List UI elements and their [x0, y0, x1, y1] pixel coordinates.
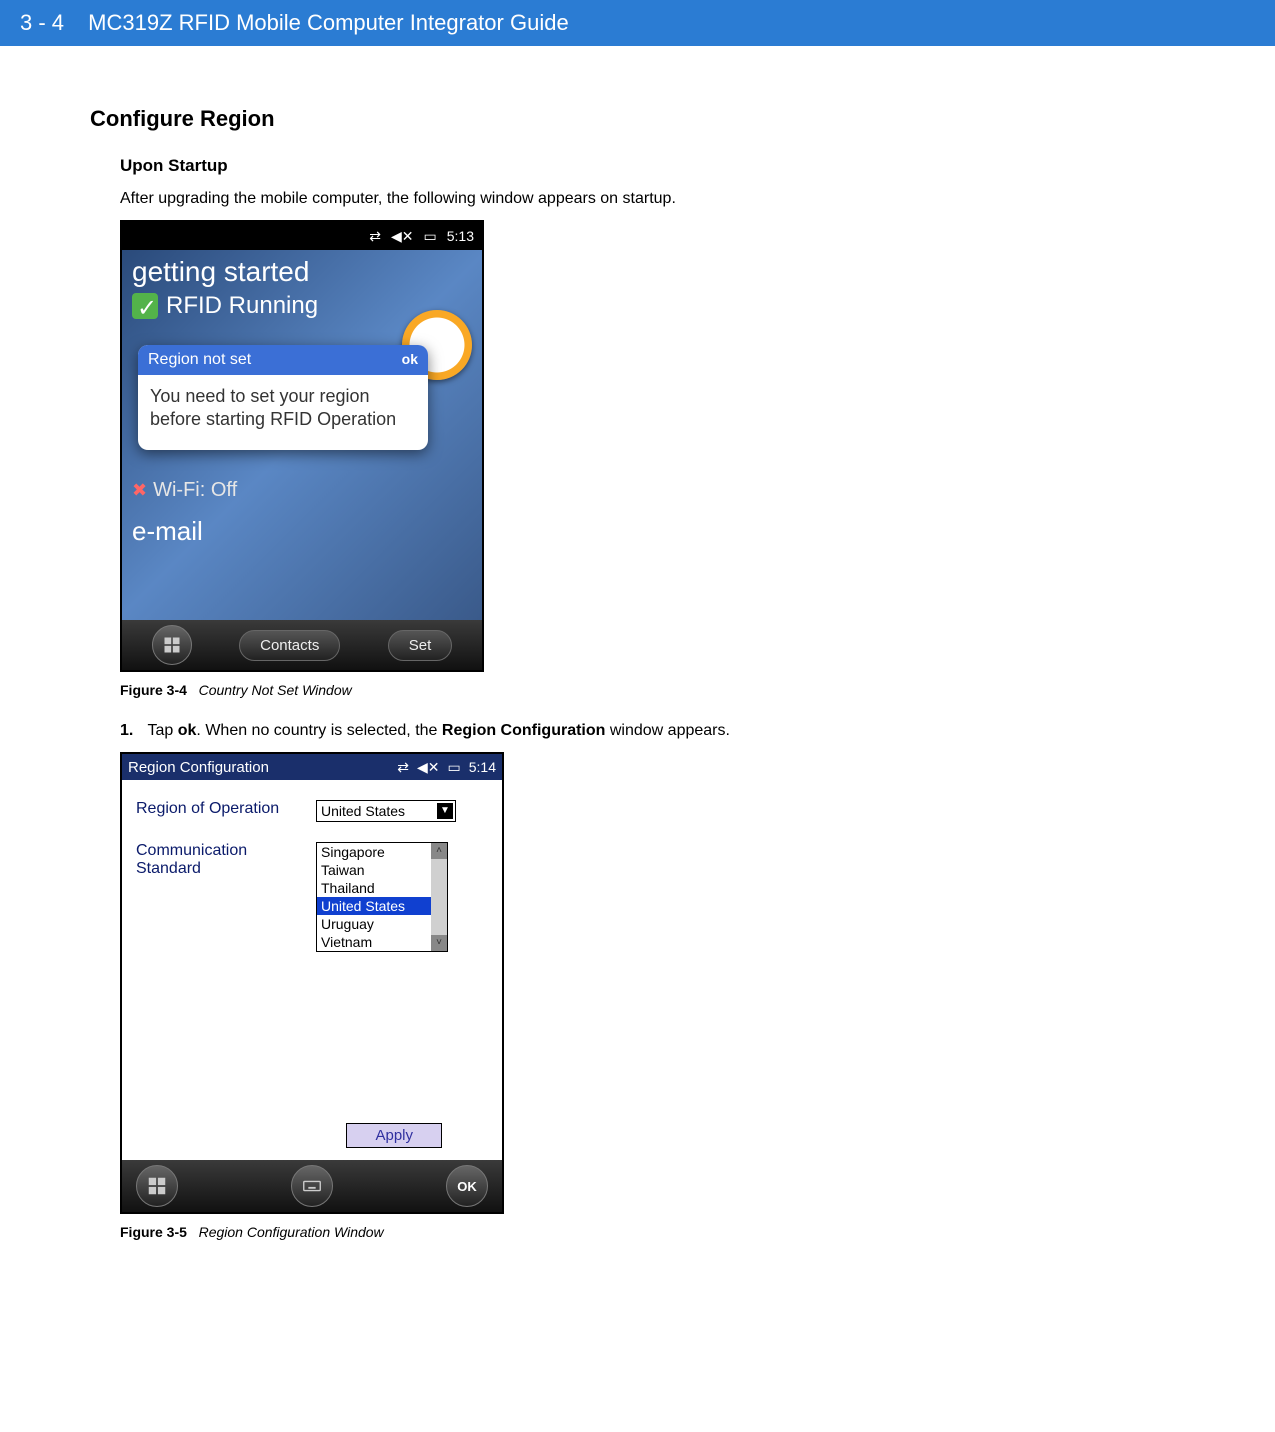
region-not-set-dialog: Region not set ok You need to set your r…: [138, 345, 428, 450]
bottom-bar: OK: [122, 1160, 502, 1212]
region-select-value: United States: [321, 803, 405, 819]
dialog-body: You need to set your region before start…: [138, 375, 428, 450]
status-time: 5:14: [469, 759, 496, 775]
bottom-bar: Contacts Set: [122, 620, 482, 670]
windows-icon: [162, 635, 182, 655]
list-item[interactable]: Singapore: [317, 843, 447, 861]
page-number: 3 - 4: [20, 10, 64, 35]
volume-icon: ◀✕: [391, 228, 414, 245]
list-item[interactable]: Taiwan: [317, 861, 447, 879]
screenshot-country-not-set: ⇄ ◀✕ ▭ 5:13 getting started RFID Running…: [120, 220, 484, 672]
figure-caption-text: Country Not Set Window: [199, 682, 352, 698]
status-time: 5:13: [447, 228, 474, 244]
figure-label: Figure 3-5: [120, 1224, 187, 1240]
figure-3-5: Region Configuration ⇄ ◀✕ ▭ 5:14 Region …: [90, 752, 1185, 1214]
sub-title: Upon Startup: [90, 156, 1185, 176]
scroll-down-icon[interactable]: ˅: [431, 935, 447, 951]
windows-icon: [146, 1175, 168, 1197]
figure-label: Figure 3-4: [120, 682, 187, 698]
page-header: 3 - 4 MC319Z RFID Mobile Computer Integr…: [0, 0, 1275, 46]
connectivity-icon: ⇄: [397, 759, 409, 776]
step-text-post: window appears.: [605, 722, 730, 739]
check-icon: [132, 293, 158, 319]
dialog-title: Region not set: [148, 351, 251, 369]
doc-title: MC319Z RFID Mobile Computer Integrator G…: [88, 10, 569, 35]
scrollbar[interactable]: ˄ ˅: [431, 843, 447, 951]
volume-icon: ◀✕: [417, 759, 440, 776]
step-1: 1. Tap ok. When no country is selected, …: [90, 722, 1185, 740]
ok-button[interactable]: OK: [446, 1165, 488, 1207]
step-bold-region: Region Configuration: [442, 722, 606, 739]
wifi-row: ✖ Wi-Fi: Off: [122, 469, 482, 512]
dropdown-arrow-icon: ▼: [437, 803, 453, 819]
figure-3-4-caption: Figure 3-4 Country Not Set Window: [90, 682, 1185, 698]
dialog-ok-button[interactable]: ok: [402, 351, 418, 369]
start-button[interactable]: [136, 1165, 178, 1207]
step-bold-ok: ok: [178, 722, 197, 739]
status-bar: ⇄ ◀✕ ▭ 5:13: [122, 222, 482, 250]
region-select[interactable]: United States ▼: [316, 800, 456, 822]
intro-text: After upgrading the mobile computer, the…: [90, 190, 1185, 208]
list-item[interactable]: Vietnam: [317, 933, 447, 951]
step-number: 1.: [120, 722, 133, 739]
figure-caption-text: Region Configuration Window: [199, 1224, 384, 1240]
connectivity-icon: ⇄: [369, 228, 381, 245]
screenshot-region-config: Region Configuration ⇄ ◀✕ ▭ 5:14 Region …: [120, 752, 504, 1214]
region-listbox[interactable]: SingaporeTaiwanThailandUnited StatesUrug…: [316, 842, 448, 952]
keyboard-icon: [301, 1175, 323, 1197]
battery-icon: ▭: [448, 759, 461, 776]
wifi-off-icon: ✖: [132, 480, 147, 501]
rfid-running-label: RFID Running: [166, 292, 318, 320]
battery-icon: ▭: [424, 228, 437, 245]
wifi-label: Wi-Fi: Off: [153, 479, 237, 502]
window-title: Region Configuration: [128, 759, 269, 776]
list-item[interactable]: United States: [317, 897, 447, 915]
scroll-up-icon[interactable]: ˄: [431, 843, 447, 859]
region-of-operation-label: Region of Operation: [136, 800, 316, 818]
figure-3-5-caption: Figure 3-5 Region Configuration Window: [90, 1224, 1185, 1240]
step-text-pre: Tap: [148, 722, 178, 739]
ok-label: OK: [457, 1179, 477, 1194]
start-button[interactable]: [152, 625, 192, 665]
figure-3-4: ⇄ ◀✕ ▭ 5:13 getting started RFID Running…: [90, 220, 1185, 672]
list-item[interactable]: Thailand: [317, 879, 447, 897]
title-bar: Region Configuration ⇄ ◀✕ ▭ 5:14: [122, 754, 502, 780]
list-item[interactable]: Uruguay: [317, 915, 447, 933]
set-button[interactable]: Set: [388, 630, 453, 661]
section-title: Configure Region: [90, 106, 1185, 132]
step-text-mid: . When no country is selected, the: [196, 722, 441, 739]
contacts-button[interactable]: Contacts: [239, 630, 340, 661]
keyboard-button[interactable]: [291, 1165, 333, 1207]
communication-standard-label: Communication Standard: [136, 842, 316, 878]
getting-started-label: getting started: [122, 250, 482, 288]
email-label: e-mail: [122, 512, 482, 557]
apply-button[interactable]: Apply: [346, 1123, 442, 1148]
